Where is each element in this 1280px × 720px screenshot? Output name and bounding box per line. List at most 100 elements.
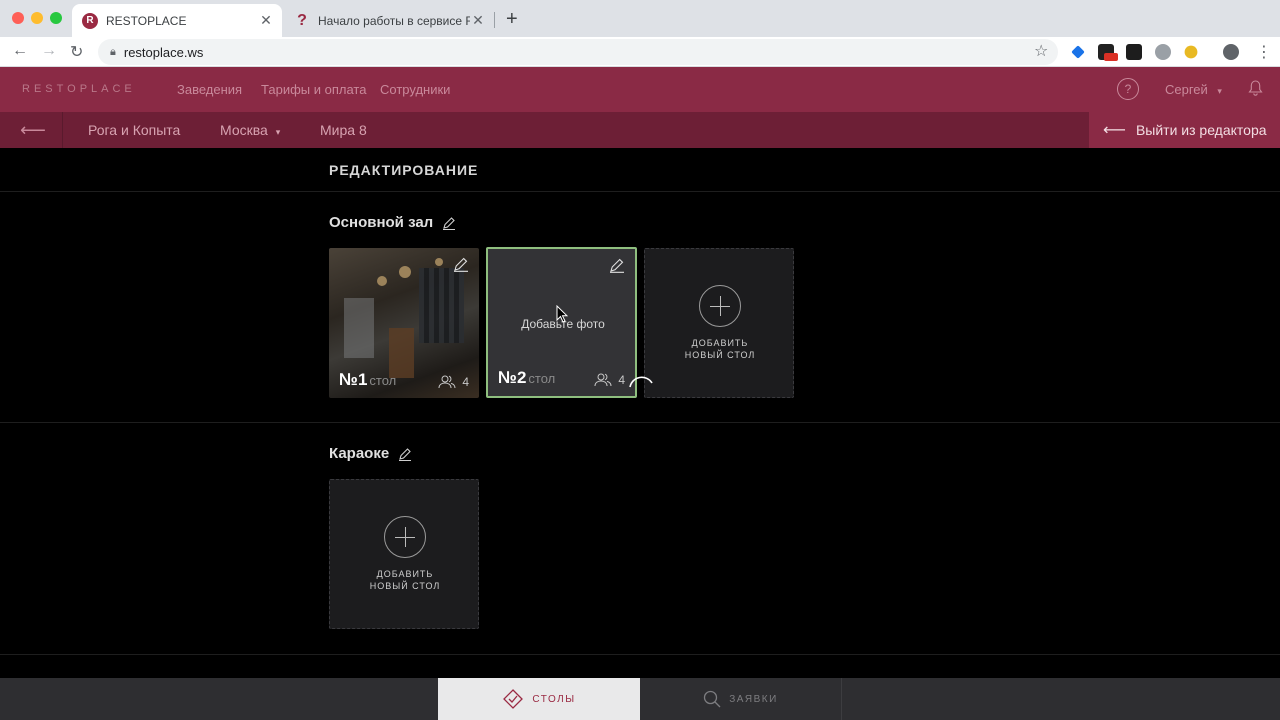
photo-detail xyxy=(377,276,387,286)
hall-name: Караоке xyxy=(329,445,390,462)
browser-tabbar: R RESTOPLACE ✕ ? Начало работы в сервисе… xyxy=(0,0,1280,37)
extension-icon[interactable] xyxy=(1184,45,1198,59)
user-name: Сергей xyxy=(1165,82,1208,97)
add-table-button[interactable]: ДОБАВИТЬ НОВЫЙ СТОЛ xyxy=(644,248,794,398)
url-text: restoplace.ws xyxy=(123,44,204,60)
add-table-label: ДОБАВИТЬ НОВЫЙ СТОЛ xyxy=(330,568,478,592)
browser-toolbar: ← → ↻ 🔒︎ restoplace.ws ☆ ⋮ xyxy=(0,37,1280,67)
divider xyxy=(0,191,1280,192)
table-suffix: стол xyxy=(528,371,556,386)
tab-title: RESTOPLACE xyxy=(106,13,187,28)
extension-icon[interactable] xyxy=(1126,44,1142,60)
edit-pencil-icon[interactable] xyxy=(398,447,412,461)
add-table-label-line: НОВЫЙ СТОЛ xyxy=(684,350,756,360)
browser-menu-icon[interactable]: ⋮ xyxy=(1256,42,1272,62)
page-title: РЕДАКТИРОВАНИЕ xyxy=(329,162,479,178)
window-zoom-button[interactable] xyxy=(50,12,62,24)
divider xyxy=(62,112,63,148)
tab-title: Начало работы в сервисе Re xyxy=(318,13,470,28)
city-label: Москва xyxy=(220,122,268,138)
seat-count-value: 4 xyxy=(462,375,469,389)
plus-circle-icon xyxy=(699,285,741,327)
table-suffix: стол xyxy=(369,373,397,388)
back-arrow-icon[interactable]: ← xyxy=(12,42,28,60)
breadcrumb-city[interactable]: Москва ▾ xyxy=(220,122,280,138)
lock-icon: 🔒︎ xyxy=(110,45,116,58)
resize-handle-icon[interactable] xyxy=(628,375,654,389)
app-header: RESTOPLACE Заведения Тарифы и оплата Сот… xyxy=(0,67,1280,112)
search-icon xyxy=(704,690,721,708)
edit-pencil-icon[interactable] xyxy=(609,257,625,273)
editor-main: РЕДАКТИРОВАНИЕ Основной зал №1 стол 4 Доб… xyxy=(0,148,1280,678)
chevron-down-icon: ▾ xyxy=(275,127,281,137)
new-tab-button[interactable]: + xyxy=(506,8,518,31)
table-number-text: №2 xyxy=(498,368,527,387)
editor-breadcrumb-bar: ⟵ Рога и Копыта Москва ▾ Мира 8 ⟵ Выйти … xyxy=(0,112,1280,148)
hall-title: Караоке xyxy=(329,445,412,462)
tab-label: ЗАЯВКИ xyxy=(729,693,778,705)
question-icon: ? xyxy=(297,11,307,29)
photo-detail xyxy=(344,298,374,358)
help-icon[interactable]: ? xyxy=(1117,78,1139,100)
back-arrow-icon[interactable]: ⟵ xyxy=(20,120,46,141)
add-table-label-line: ДОБАВИТЬ xyxy=(376,569,434,579)
chevron-down-icon: ▾ xyxy=(1217,86,1222,96)
tab-close-icon[interactable]: ✕ xyxy=(258,12,274,29)
table-number-text: №1 xyxy=(339,370,368,389)
window-close-button[interactable] xyxy=(12,12,24,24)
edit-pencil-icon[interactable] xyxy=(442,216,456,230)
tab-divider xyxy=(494,12,495,28)
browser-tab-help[interactable]: ? Начало работы в сервисе Re ✕ xyxy=(284,4,494,37)
photo-detail xyxy=(399,266,411,278)
photo-detail xyxy=(419,268,464,343)
divider xyxy=(0,422,1280,423)
app-logo[interactable]: RESTOPLACE xyxy=(22,83,136,95)
seat-count: 4 xyxy=(438,375,469,389)
extension-icon[interactable] xyxy=(1155,44,1171,60)
notification-bell-icon[interactable] xyxy=(1248,80,1263,100)
restoplace-icon: R xyxy=(82,12,98,29)
user-menu[interactable]: Сергей ▾ xyxy=(1165,82,1222,97)
extension-icon[interactable] xyxy=(1071,45,1085,59)
nav-staff[interactable]: Сотрудники xyxy=(380,82,450,97)
people-icon xyxy=(438,375,456,389)
plus-circle-icon xyxy=(384,516,426,558)
bookmark-star-icon[interactable]: ☆ xyxy=(1034,41,1048,61)
forward-arrow-icon[interactable]: → xyxy=(41,42,57,60)
table-card[interactable]: №1 стол 4 xyxy=(329,248,479,398)
nav-venues[interactable]: Заведения xyxy=(177,82,242,97)
tab-tables[interactable]: СТОЛЫ xyxy=(438,678,640,720)
people-icon xyxy=(594,373,612,387)
divider xyxy=(0,654,1280,655)
bottom-tabbar: СТОЛЫ ЗАЯВКИ xyxy=(0,678,1280,720)
window-minimize-button[interactable] xyxy=(31,12,43,24)
seat-count: 4 xyxy=(594,373,625,387)
browser-tab-restoplace[interactable]: R RESTOPLACE ✕ xyxy=(72,4,282,37)
hall-title: Основной зал xyxy=(329,214,456,231)
extension-badge-icon xyxy=(1104,53,1118,61)
add-table-label-line: ДОБАВИТЬ xyxy=(691,338,749,348)
add-table-label: ДОБАВИТЬ НОВЫЙ СТОЛ xyxy=(645,337,793,361)
add-table-label-line: НОВЫЙ СТОЛ xyxy=(369,581,441,591)
breadcrumb-address[interactable]: Мира 8 xyxy=(320,122,367,138)
breadcrumb-restaurant[interactable]: Рога и Копыта xyxy=(88,122,180,138)
tables-icon xyxy=(503,689,524,709)
reload-icon[interactable]: ↻ xyxy=(70,42,83,62)
arrow-left-icon: ⟵ xyxy=(1103,122,1126,139)
tab-close-icon[interactable]: ✕ xyxy=(470,12,486,29)
table-number: №1 стол xyxy=(339,370,396,390)
profile-avatar[interactable] xyxy=(1223,44,1239,60)
hall-name: Основной зал xyxy=(329,214,434,231)
table-number: №2 стол xyxy=(498,368,555,388)
edit-pencil-icon[interactable] xyxy=(453,256,469,272)
seat-count-value: 4 xyxy=(618,373,625,387)
nav-tariffs[interactable]: Тарифы и оплата xyxy=(261,82,366,97)
address-bar[interactable]: 🔒︎ restoplace.ws xyxy=(98,39,1058,65)
exit-editor-button[interactable]: ⟵ Выйти из редактора xyxy=(1089,112,1280,148)
photo-detail xyxy=(435,258,443,266)
exit-editor-label: Выйти из редактора xyxy=(1135,122,1267,138)
add-table-button[interactable]: ДОБАВИТЬ НОВЫЙ СТОЛ xyxy=(329,479,479,629)
tab-label: СТОЛЫ xyxy=(532,693,576,705)
mouse-cursor-icon xyxy=(556,305,568,323)
tab-requests[interactable]: ЗАЯВКИ xyxy=(640,678,842,720)
